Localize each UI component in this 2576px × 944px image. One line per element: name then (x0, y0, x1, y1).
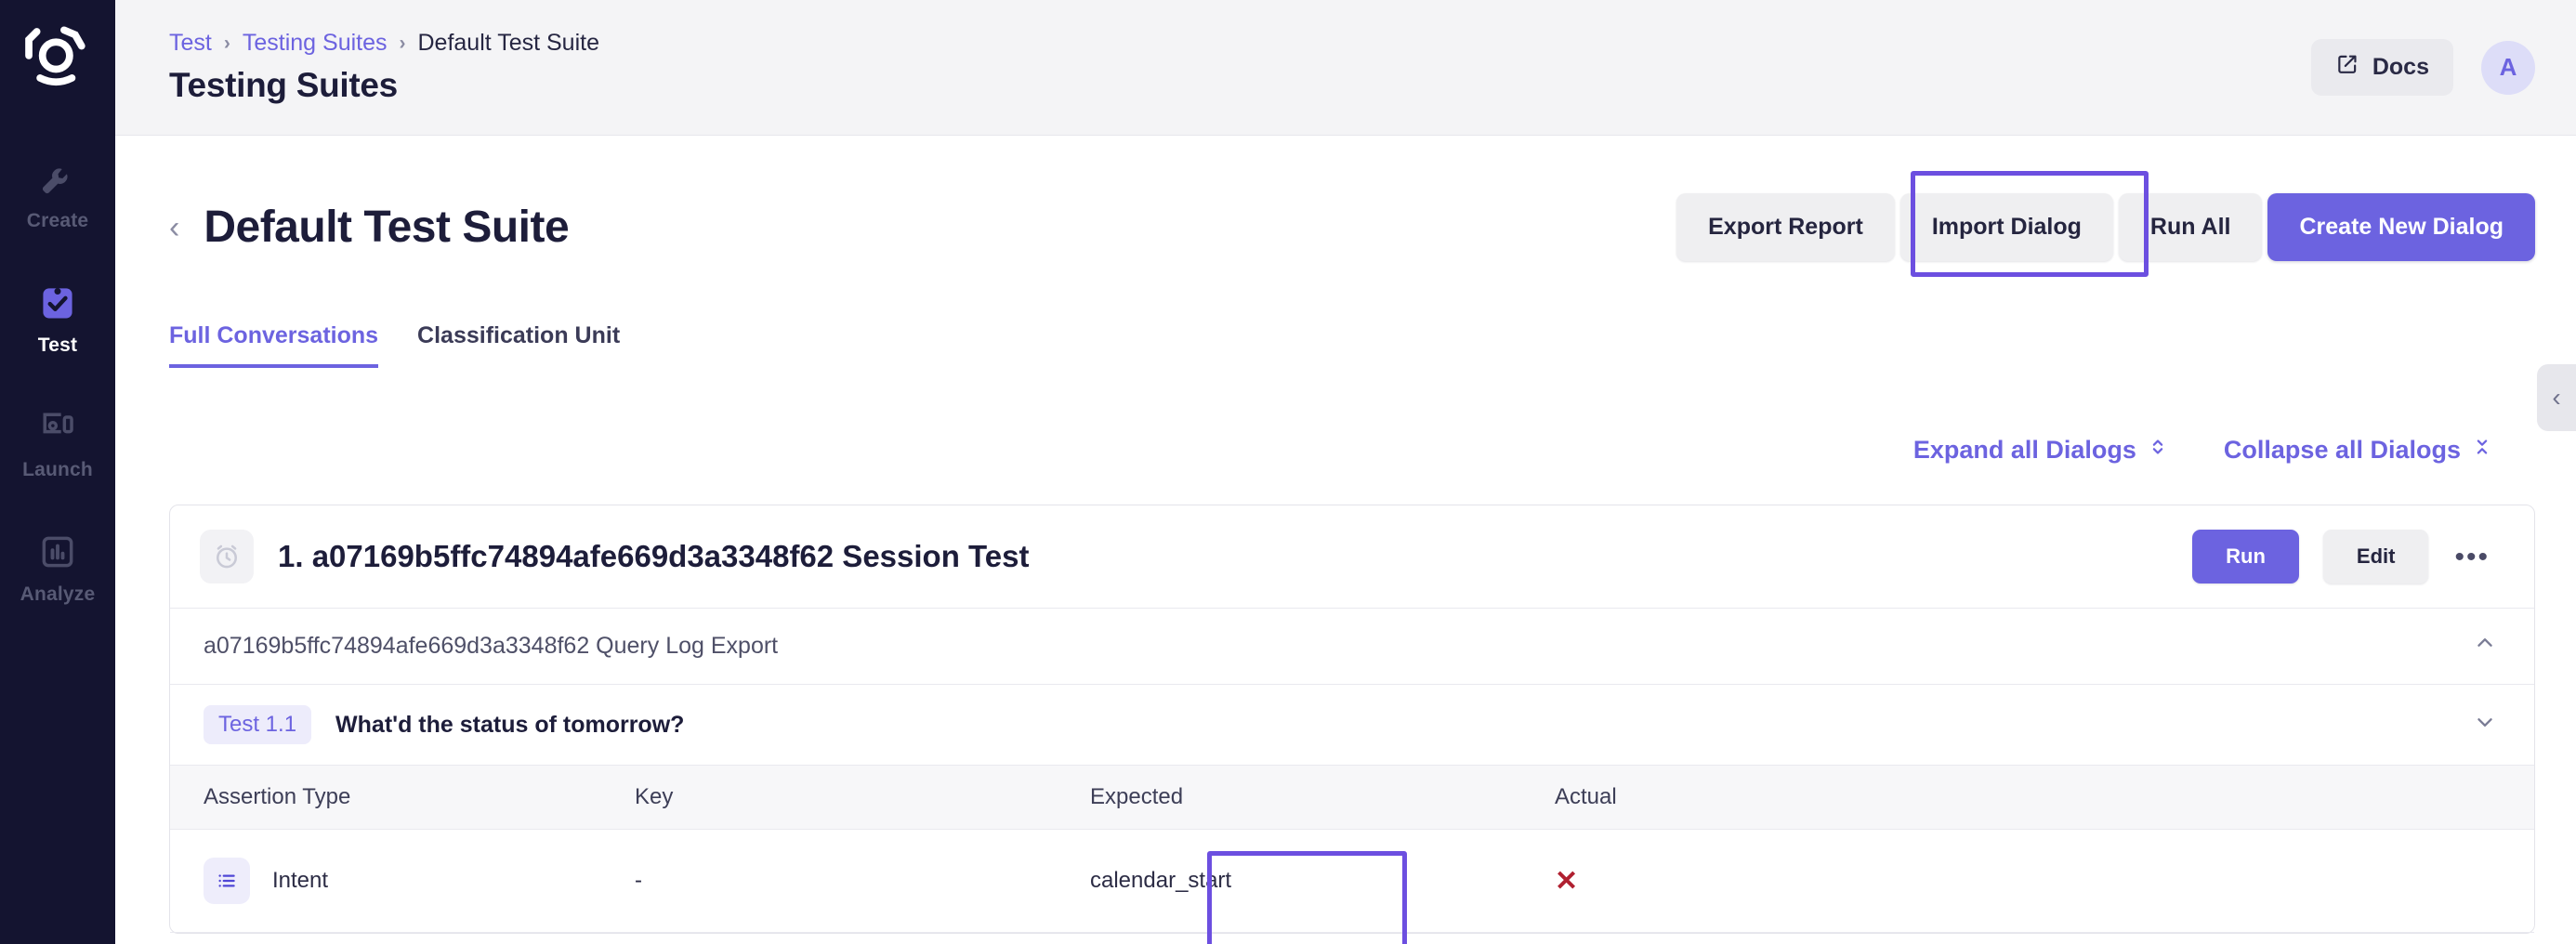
sidebar-item-label: Analyze (20, 583, 96, 605)
tab-full-conversations[interactable]: Full Conversations (169, 322, 379, 368)
collapse-panel-button[interactable]: ‹ (2537, 364, 2576, 431)
test-number-badge: Test 1.1 (204, 705, 312, 744)
suite-title-wrap: ‹ Default Test Suite (169, 202, 570, 253)
breadcrumb-item-test[interactable]: Test (169, 30, 212, 57)
column-header-actual: Actual (1555, 765, 2534, 830)
sidebar-item-label: Test (37, 334, 78, 356)
assertion-type-label: Intent (272, 868, 329, 893)
chevron-right-icon: › (399, 32, 406, 54)
suite-actions: Export Report Import Dialog Run All Crea… (1676, 171, 2535, 277)
sidebar-item-analyze[interactable]: Analyze (0, 515, 115, 615)
breadcrumb-item-testing-suites[interactable]: Testing Suites (243, 30, 388, 57)
sidebar-item-test[interactable]: Test (0, 266, 115, 366)
test-item-row[interactable]: Test 1.1 What'd the status of tomorrow? (170, 684, 2534, 765)
app-root: Create Test Launch Analyze Test › Testin… (0, 0, 2576, 944)
suite-header: ‹ Default Test Suite Export Report Impor… (169, 136, 2535, 277)
sidebar-item-create[interactable]: Create (0, 141, 115, 242)
assertion-type-wrap: Intent (204, 858, 635, 904)
sidebar: Create Test Launch Analyze (0, 0, 115, 944)
launch-devices-icon (33, 403, 82, 452)
import-dialog-button[interactable]: Import Dialog (1899, 193, 2113, 261)
edit-button[interactable]: Edit (2322, 530, 2429, 583)
assertions-table-body: Intent - calendar_start ✕ (170, 829, 2534, 933)
sidebar-item-label: Create (26, 210, 89, 231)
test-dialog-title: 1. a07169b5ffc74894afe669d3a3348f62 Sess… (278, 539, 1030, 573)
run-button[interactable]: Run (2192, 530, 2299, 583)
assertions-table: Assertion Type Key Expected Actual Inten… (170, 765, 2534, 933)
expand-vertical-icon (2148, 435, 2168, 465)
docs-button-label: Docs (2372, 54, 2429, 80)
collapse-all-dialogs-button[interactable]: Collapse all Dialogs (2224, 435, 2492, 465)
tab-classification-unit[interactable]: Classification Unit (417, 322, 620, 368)
content-area: Test › Testing Suites › Default Test Sui… (115, 0, 2576, 944)
chevron-right-icon: › (223, 32, 230, 54)
card-header-right: Run Edit ••• (2192, 530, 2497, 583)
tab-bar: Full Conversations Classification Unit (169, 322, 2535, 368)
column-header-key: Key (635, 765, 1090, 830)
back-chevron-icon[interactable]: ‹ (169, 212, 179, 243)
create-new-dialog-button[interactable]: Create New Dialog (2267, 193, 2535, 261)
breadcrumb: Test › Testing Suites › Default Test Sui… (169, 30, 599, 57)
avatar[interactable]: A (2481, 40, 2535, 95)
assertions-table-head: Assertion Type Key Expected Actual (170, 765, 2534, 830)
topbar: Test › Testing Suites › Default Test Sui… (115, 0, 2576, 136)
topbar-left: Test › Testing Suites › Default Test Sui… (169, 30, 599, 105)
test-dialog-card-header: 1. a07169b5ffc74894afe669d3a3348f62 Sess… (170, 505, 2534, 608)
table-header-row: Assertion Type Key Expected Actual (170, 765, 2534, 830)
external-link-icon (2335, 52, 2359, 83)
cell-assertion-type: Intent (170, 829, 635, 933)
column-header-assertion-type: Assertion Type (170, 765, 635, 830)
collapse-vertical-icon (2472, 435, 2492, 465)
test-item-left: Test 1.1 What'd the status of tomorrow? (204, 705, 684, 744)
expand-all-dialogs-button[interactable]: Expand all Dialogs (1913, 435, 2168, 465)
suite-title: Default Test Suite (204, 203, 570, 252)
test-dialog-card: 1. a07169b5ffc74894afe669d3a3348f62 Sess… (169, 505, 2535, 934)
breadcrumb-item-current: Default Test Suite (417, 30, 599, 56)
alarm-clock-icon (200, 530, 254, 583)
dialog-controls: Expand all Dialogs Collapse all Dialogs (169, 435, 2535, 465)
test-question-text: What'd the status of tomorrow? (335, 711, 685, 738)
table-row: Intent - calendar_start ✕ (170, 829, 2534, 933)
cell-expected: calendar_start (1090, 829, 1555, 933)
collapse-all-dialogs-label: Collapse all Dialogs (2223, 436, 2461, 464)
fail-x-icon: ✕ (1555, 865, 1579, 897)
cell-actual: ✕ (1555, 829, 2534, 933)
expand-all-dialogs-label: Expand all Dialogs (1912, 436, 2136, 464)
query-log-export-row[interactable]: a07169b5ffc74894afe669d3a3348f62 Query L… (170, 608, 2534, 684)
topbar-right: Docs A (2310, 39, 2535, 96)
clipboard-check-icon (33, 279, 82, 327)
export-report-button[interactable]: Export Report (1676, 193, 1895, 261)
column-header-expected: Expected (1090, 765, 1555, 830)
sidebar-item-launch[interactable]: Launch (0, 390, 115, 491)
cell-key: - (635, 829, 1090, 933)
page-title: Testing Suites (169, 66, 398, 104)
docs-button[interactable]: Docs (2310, 39, 2453, 96)
card-header-left: 1. a07169b5ffc74894afe669d3a3348f62 Sess… (200, 530, 1029, 583)
list-icon (204, 858, 250, 904)
main-content: ‹ Default Test Suite Export Report Impor… (115, 136, 2576, 944)
wrench-icon (33, 154, 82, 203)
more-options-icon[interactable]: ••• (2447, 543, 2497, 570)
chevron-down-icon[interactable] (2473, 710, 2497, 741)
chevron-up-icon[interactable] (2473, 631, 2497, 662)
brand-logo-icon[interactable] (18, 20, 98, 100)
sidebar-item-label: Launch (22, 459, 93, 480)
run-all-button[interactable]: Run All (2118, 193, 2263, 261)
bar-chart-icon (33, 528, 82, 576)
query-log-export-label: a07169b5ffc74894afe669d3a3348f62 Query L… (204, 633, 779, 659)
